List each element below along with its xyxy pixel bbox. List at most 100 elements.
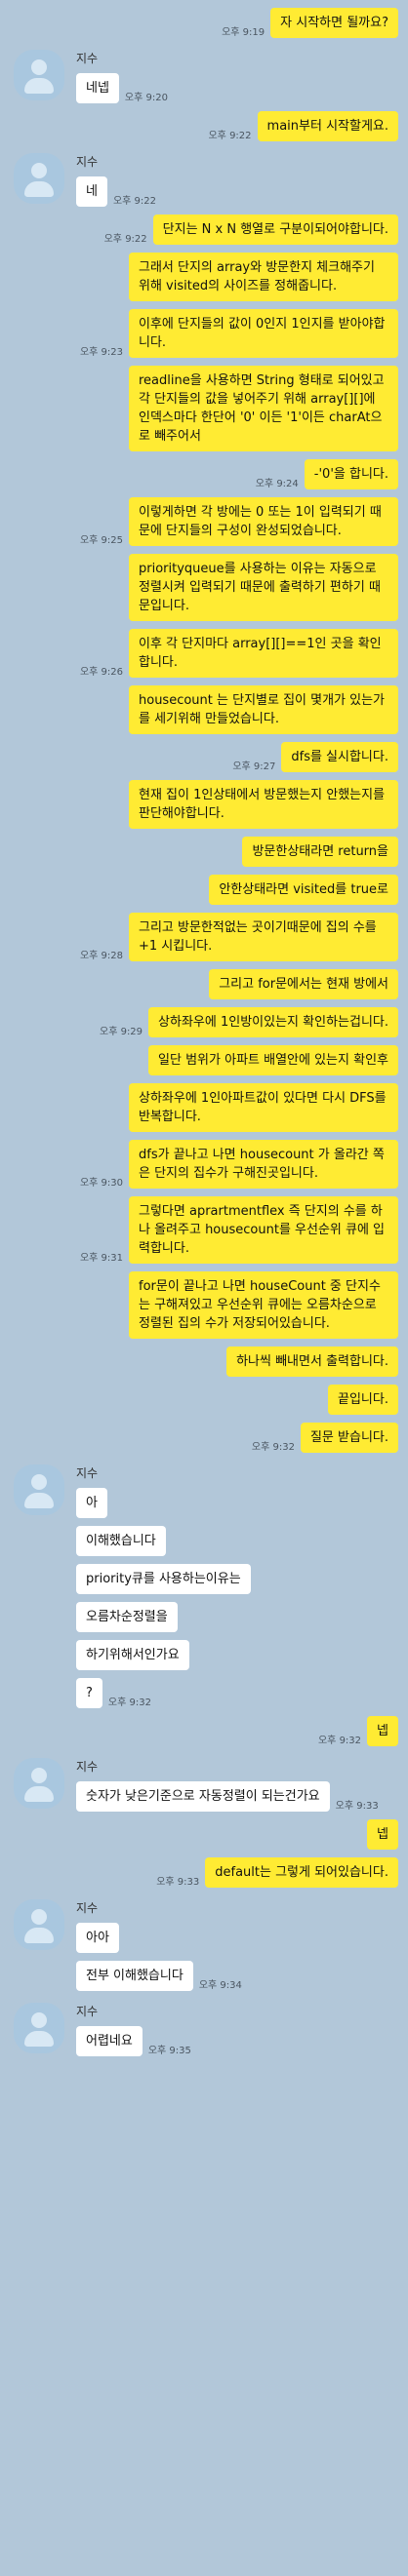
avatar[interactable]: [14, 1758, 64, 1809]
message-bubble[interactable]: 이해했습니다: [76, 1526, 166, 1556]
message-time: 오후 9:27: [232, 761, 276, 772]
my-message: 오후 9:23 이후에 단지들의 값이 0인지 1인지를 받아야합니다.: [0, 309, 408, 358]
other-message: 오름차순정렬을: [0, 1602, 408, 1632]
message-time: 오후 9:31: [79, 1253, 123, 1264]
message-bubble[interactable]: 그리고 for문에서는 현재 방에서: [209, 969, 398, 999]
message-bubble[interactable]: 하나씩 빼내면서 출력합니다.: [226, 1347, 398, 1377]
other-message: 이해했습니다: [0, 1526, 408, 1556]
message-bubble[interactable]: 안한상태라면 visited를 true로: [209, 875, 398, 905]
message-time: 오후 9:30: [79, 1178, 123, 1189]
message-bubble[interactable]: 질문 받습니다.: [300, 1423, 398, 1453]
message-time: 오후 9:33: [335, 1801, 379, 1812]
message-bubble[interactable]: 현재 집이 1인상태에서 방문했는지 안했는지를 판단해야합니다.: [129, 780, 398, 829]
avatar[interactable]: [14, 2003, 64, 2053]
message-bubble[interactable]: priority큐를 사용하는이유는: [76, 1564, 251, 1594]
message-bubble[interactable]: ?: [76, 1678, 102, 1708]
message-bubble[interactable]: priorityqueue를 사용하는 이유는 자동으로 정렬시켜 입력되기 때…: [129, 554, 398, 621]
message-time: 오후 9:34: [198, 1980, 242, 1991]
message-time: 오후 9:33: [156, 1877, 200, 1888]
message-bubble[interactable]: 그리고 방문한적없는 곳이기때문에 집의 수를 +1 시킵니다.: [129, 913, 398, 961]
my-message: 그래서 단지의 array와 방문한지 체크해주기 위해 visited의 사이…: [0, 253, 408, 301]
sender-name: 지수: [76, 1901, 99, 1915]
my-message: housecount 는 단지별로 집이 몇개가 있는가를 세기위해 만들었습니…: [0, 685, 408, 734]
avatar[interactable]: [14, 1464, 64, 1515]
message-time: 오후 9:22: [208, 131, 252, 141]
message-time: 오후 9:25: [79, 535, 123, 546]
my-message: 상하좌우에 1인아파트값이 있다면 다시 DFS를 반복합니다.: [0, 1083, 408, 1132]
other-message: 전부 이해했습니다오후 9:34: [0, 1961, 408, 1991]
message-bubble[interactable]: 어렵네요: [76, 2026, 143, 2056]
message-bubble[interactable]: 아: [76, 1488, 107, 1518]
my-message: 하나씩 빼내면서 출력합니다.: [0, 1347, 408, 1377]
other-message: priority큐를 사용하는이유는: [0, 1564, 408, 1594]
my-message: 오후 9:29 상하좌우에 1인방이있는지 확인하는겁니다.: [0, 1007, 408, 1037]
message-bubble[interactable]: 아아: [76, 1923, 119, 1953]
sender-name: 지수: [76, 1466, 99, 1480]
message-bubble[interactable]: 상하좌우에 1인아파트값이 있다면 다시 DFS를 반복합니다.: [129, 1083, 398, 1132]
sender-name: 지수: [76, 2005, 99, 2018]
my-message: for문이 끝나고 나면 houseCount 중 단지수는 구해져있고 우선순…: [0, 1271, 408, 1339]
my-message: 오후 9:27 dfs를 실시합니다.: [0, 742, 408, 772]
my-message: 오후 9:28 그리고 방문한적없는 곳이기때문에 집의 수를 +1 시킵니다.: [0, 913, 408, 961]
message-bubble[interactable]: 이렇게하면 각 방에는 0 또는 1이 입력되기 때문에 단지들의 구성이 완성…: [129, 497, 398, 546]
message-bubble[interactable]: dfs를 실시합니다.: [281, 742, 398, 772]
my-message: 오후 9:32 넵: [0, 1716, 408, 1746]
my-message: priorityqueue를 사용하는 이유는 자동으로 정렬시켜 입력되기 때…: [0, 554, 408, 621]
message-bubble[interactable]: 일단 범위가 아파트 배열안에 있는지 확인후: [148, 1045, 398, 1075]
message-time: 오후 9:22: [103, 234, 147, 245]
my-message: 일단 범위가 아파트 배열안에 있는지 확인후: [0, 1045, 408, 1075]
message-bubble[interactable]: 오름차순정렬을: [76, 1602, 178, 1632]
message-bubble[interactable]: main부터 시작할게요.: [257, 111, 398, 141]
message-bubble[interactable]: 넵: [367, 1716, 398, 1746]
message-time: 오후 9:32: [317, 1736, 362, 1746]
message-time: 오후 9:32: [107, 1698, 151, 1708]
message-time: 오후 9:22: [112, 196, 157, 207]
message-bubble[interactable]: -'0'을 합니다.: [304, 459, 398, 489]
message-time: 오후 9:35: [147, 2046, 191, 2056]
message-bubble[interactable]: 단지는 N x N 행열로 구분이되어야합니다.: [152, 215, 398, 245]
my-message: 오후 9:19 자 시작하면 될까요?: [0, 8, 408, 38]
my-message: 방문한상태라면 return을: [0, 837, 408, 867]
message-bubble[interactable]: 이후에 단지들의 값이 0인지 1인지를 받아야합니다.: [129, 309, 398, 358]
message-bubble[interactable]: 네넵: [76, 73, 119, 103]
other-message: ? 오후 9:32: [0, 1678, 408, 1708]
sender-name: 지수: [76, 52, 99, 65]
message-time: 오후 9:24: [255, 479, 299, 489]
message-bubble[interactable]: 방문한상태라면 return을: [242, 837, 398, 867]
my-message: 넵: [0, 1819, 408, 1850]
my-message: 오후 9:30 dfs가 끝나고 나면 housecount 가 올라간 쪽은 단…: [0, 1140, 408, 1189]
message-bubble[interactable]: 하기위해서인가요: [76, 1640, 189, 1670]
message-bubble[interactable]: dfs가 끝나고 나면 housecount 가 올라간 쪽은 단지의 집수가 …: [129, 1140, 398, 1189]
message-time: 오후 9:32: [251, 1442, 295, 1453]
my-message: 오후 9:32 질문 받습니다.: [0, 1423, 408, 1453]
message-bubble[interactable]: 네: [76, 176, 107, 207]
message-bubble[interactable]: 넵: [367, 1819, 398, 1850]
avatar[interactable]: [14, 1899, 64, 1950]
message-bubble[interactable]: for문이 끝나고 나면 houseCount 중 단지수는 구해져있고 우선순…: [129, 1271, 398, 1339]
message-bubble[interactable]: 전부 이해했습니다: [76, 1961, 193, 1991]
message-time: 오후 9:23: [79, 347, 123, 358]
sender-name: 지수: [76, 1760, 99, 1774]
my-message: 끝입니다.: [0, 1385, 408, 1415]
message-bubble[interactable]: default는 그렇게 되어있습니다.: [205, 1857, 398, 1888]
message-bubble[interactable]: housecount 는 단지별로 집이 몇개가 있는가를 세기위해 만들었습니…: [129, 685, 398, 734]
avatar[interactable]: [14, 153, 64, 204]
chat-log[interactable]: 오후 9:19 자 시작하면 될까요? 지수 네넵 오후 9:20 오후 9:22 main…: [0, 0, 408, 2056]
my-message: 현재 집이 1인상태에서 방문했는지 안했는지를 판단해야합니다.: [0, 780, 408, 829]
message-bubble[interactable]: 숫자가 낮은기준으로 자동정렬이 되는건가요: [76, 1781, 330, 1812]
message-bubble[interactable]: 끝입니다.: [328, 1385, 398, 1415]
message-bubble[interactable]: 그렇다면 aprartmentflex 즉 단지의 수를 하나 올려주고 hou…: [129, 1196, 398, 1264]
my-message: 오후 9:22 단지는 N x N 행열로 구분이되어야합니다.: [0, 215, 408, 245]
avatar[interactable]: [14, 50, 64, 100]
message-bubble[interactable]: 이후 각 단지마다 array[][]==1인 곳을 확인합니다.: [129, 629, 398, 678]
message-time: 오후 9:20: [124, 93, 168, 103]
message-bubble[interactable]: readline을 사용하면 String 형태로 되어있고 각 단지들의 값을…: [129, 366, 398, 451]
my-message: 오후 9:31 그렇다면 aprartmentflex 즉 단지의 수를 하나 올…: [0, 1196, 408, 1264]
my-message: 안한상태라면 visited를 true로: [0, 875, 408, 905]
message-bubble[interactable]: 그래서 단지의 array와 방문한지 체크해주기 위해 visited의 사이…: [129, 253, 398, 301]
my-message: 오후 9:33 default는 그렇게 되어있습니다.: [0, 1857, 408, 1888]
message-bubble[interactable]: 자 시작하면 될까요?: [270, 8, 398, 38]
message-time: 오후 9:29: [100, 1027, 143, 1037]
my-message: readline을 사용하면 String 형태로 되어있고 각 단지들의 값을…: [0, 366, 408, 451]
message-bubble[interactable]: 상하좌우에 1인방이있는지 확인하는겁니다.: [148, 1007, 398, 1037]
